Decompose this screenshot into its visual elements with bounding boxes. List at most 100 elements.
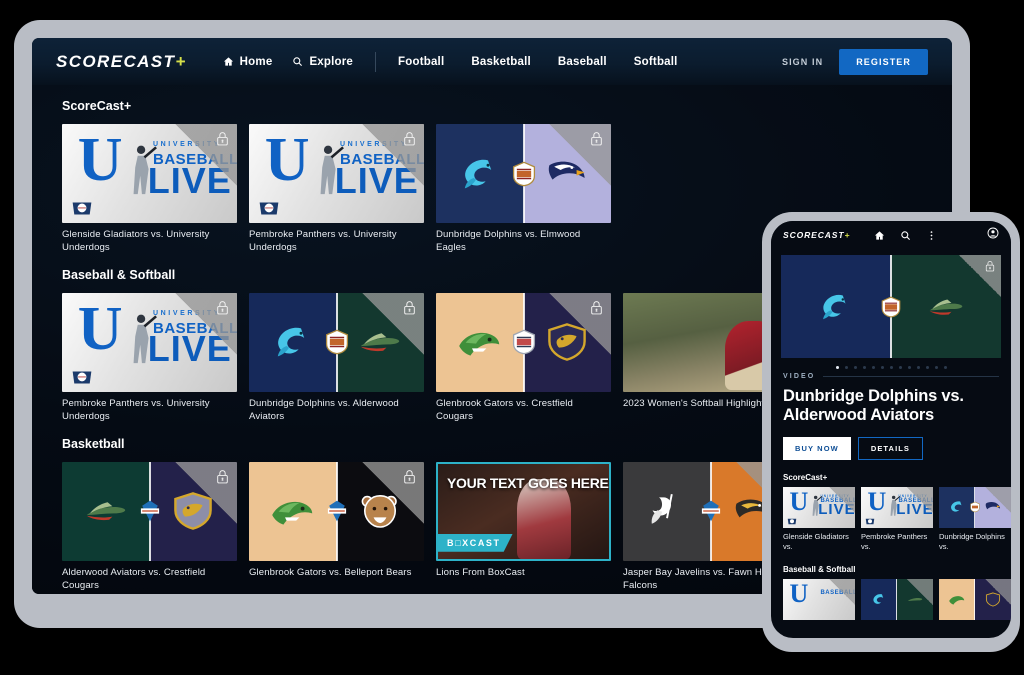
phone-brand-logo[interactable]: SCORECAST+ xyxy=(783,230,850,240)
team-emblem-icon xyxy=(72,371,92,384)
boxcast-overlay-text: YOUR TEXT GOES HERE xyxy=(447,474,609,491)
brand-logo[interactable]: SCORECAST+ xyxy=(56,52,187,72)
account-icon[interactable] xyxy=(987,227,999,239)
content-type-kicker: VIDEO xyxy=(783,373,999,380)
gator-logo-icon xyxy=(458,333,499,356)
card-caption: Pembroke Panthers vs. University Underdo… xyxy=(62,397,210,422)
card-thumbnail[interactable] xyxy=(939,486,1011,528)
nav-item-home[interactable]: Home xyxy=(223,56,273,68)
nav-item-explore[interactable]: Explore xyxy=(292,56,353,68)
carousel-dot[interactable] xyxy=(925,366,929,369)
carousel-dot[interactable] xyxy=(934,366,938,369)
carousel-dot[interactable] xyxy=(853,366,857,369)
dolphin-logo-icon xyxy=(823,294,846,319)
locked-corner-ribbon xyxy=(907,486,933,513)
card-caption: Glenbrook Gators vs. Crestfield Cougars xyxy=(436,397,573,422)
carousel-dots[interactable] xyxy=(771,358,1011,371)
carousel-dot[interactable] xyxy=(889,366,893,369)
carousel-dot[interactable] xyxy=(907,366,911,369)
paid-lock-icon xyxy=(985,261,995,272)
locked-corner-ribbon xyxy=(829,578,855,605)
nav-item-explore-label: Explore xyxy=(309,55,354,68)
league-badge-icon xyxy=(325,329,348,355)
kebab-menu-icon[interactable] xyxy=(926,230,937,241)
paid-lock-icon xyxy=(217,301,228,315)
video-card[interactable]: U UNIVERSITY BASEBALL LIVE Pembroke Pant… xyxy=(62,292,237,424)
hero-title: Dunbridge Dolphins vs. Alderwood Aviator… xyxy=(783,387,964,425)
carousel-dot[interactable] xyxy=(916,366,920,369)
team-emblem-icon xyxy=(865,518,874,525)
nav-account-actions: SIGN IN REGISTER xyxy=(782,48,928,75)
card-thumbnail[interactable]: U UNIVERSITY BASEBALL LIVE xyxy=(62,292,237,392)
card-thumbnail[interactable]: U UNIVERSITY BASEBALL LIVE xyxy=(783,486,855,528)
kicker-rule xyxy=(823,376,999,377)
search-icon[interactable] xyxy=(900,230,911,241)
phone-nav-icons xyxy=(874,230,937,241)
details-button[interactable]: DETAILS xyxy=(857,436,924,460)
carousel-dot[interactable] xyxy=(862,366,866,369)
baseball-batter-icon xyxy=(890,495,900,516)
video-card[interactable]: Dunbridge Dolphins vs. Alderwood Aviator… xyxy=(249,292,424,424)
nav-category-basketball[interactable]: Basketball xyxy=(471,56,531,68)
register-button[interactable]: REGISTER xyxy=(839,48,928,75)
sign-in-link[interactable]: SIGN IN xyxy=(782,57,823,67)
card-thumbnail[interactable]: U UNIVERSITY BASEBALL LIVE xyxy=(249,124,424,223)
card-thumbnail[interactable] xyxy=(939,578,1011,620)
video-card[interactable]: Alderwood Aviators vs. Crestfield Cougar… xyxy=(62,461,237,593)
video-card[interactable]: YOUR TEXT GOES HERE B□XCAST Lions From B… xyxy=(436,461,611,593)
locked-corner-ribbon xyxy=(829,486,855,513)
nav-category-football[interactable]: Football xyxy=(398,56,444,68)
locked-corner-ribbon xyxy=(985,578,1011,605)
screenshot-stage: SCORECAST+ Home Explore Football Basketb… xyxy=(0,0,1024,675)
video-card[interactable]: Dunbridge Dolphins vs. Elmwood Eagles xyxy=(436,124,611,255)
video-card[interactable]: Glenbrook Gators vs. Crestfield Cougars xyxy=(436,292,611,424)
baseball-batter-icon xyxy=(133,314,157,363)
video-card[interactable] xyxy=(939,578,1011,620)
nav-category-baseball[interactable]: Baseball xyxy=(558,56,607,68)
carousel-dot[interactable] xyxy=(880,366,884,369)
video-card[interactable]: U UNIVERSITY BASEBALL LIVE Pembroke Pant… xyxy=(861,486,933,552)
card-thumbnail[interactable]: YOUR TEXT GOES HERE B□XCAST xyxy=(436,461,611,561)
video-card[interactable]: Dunbridge Dolphins vs. xyxy=(939,486,1011,552)
video-card[interactable]: Glenbrook Gators vs. Belleport Bears xyxy=(249,461,424,593)
nav-item-home-label: Home xyxy=(239,55,273,68)
paid-lock-icon xyxy=(591,132,602,146)
phone-hero-thumbnail[interactable] xyxy=(781,255,1001,358)
card-caption: Glenside Gladiators vs. xyxy=(783,531,849,551)
boxcast-tag: B□XCAST xyxy=(438,533,513,552)
aviator-plane-logo-icon xyxy=(86,502,125,521)
phone-brand-logo-plus: + xyxy=(844,230,851,240)
phone-brand-logo-text: SCORECAST xyxy=(783,230,845,240)
card-thumbnail[interactable] xyxy=(249,292,424,392)
baseball-batter-icon xyxy=(133,145,157,194)
buy-now-button[interactable]: BUY NOW xyxy=(783,436,851,460)
nav-category-softball[interactable]: Softball xyxy=(634,56,678,68)
card-thumbnail[interactable] xyxy=(436,292,611,392)
card-thumbnail[interactable] xyxy=(249,461,424,561)
video-card[interactable] xyxy=(861,578,933,620)
dolphin-logo-icon xyxy=(951,501,962,513)
carousel-dot[interactable] xyxy=(844,366,848,369)
paid-lock-icon xyxy=(404,469,415,484)
carousel-dot[interactable] xyxy=(871,366,875,369)
card-thumbnail[interactable] xyxy=(861,578,933,620)
hero-actions: BUY NOW DETAILS xyxy=(783,436,999,460)
carousel-dot[interactable] xyxy=(943,366,947,369)
video-card[interactable]: U UNIVERSITY BASEBALL LIVE Glenside Glad… xyxy=(62,124,237,255)
video-card[interactable]: U UNIVERSITY BASEBALL LIVE Glenside Glad… xyxy=(783,486,855,552)
video-card[interactable]: U BASEBALL xyxy=(783,578,855,620)
carousel-dot[interactable] xyxy=(835,366,839,369)
card-caption: Dunbridge Dolphins vs. Alderwood Aviator… xyxy=(249,397,399,422)
card-thumbnail[interactable] xyxy=(436,124,611,223)
carousel-dot[interactable] xyxy=(898,366,902,369)
league-badge-icon xyxy=(970,502,980,513)
nav-divider xyxy=(375,51,377,72)
league-badge-icon xyxy=(327,500,346,522)
card-thumbnail[interactable]: U UNIVERSITY BASEBALL LIVE xyxy=(861,486,933,528)
card-caption: Dunbridge Dolphins vs. xyxy=(939,531,1005,551)
card-thumbnail[interactable]: U BASEBALL xyxy=(783,578,855,620)
card-thumbnail[interactable]: U UNIVERSITY BASEBALL LIVE xyxy=(62,124,237,223)
home-icon[interactable] xyxy=(874,230,885,241)
card-thumbnail[interactable] xyxy=(62,461,237,561)
video-card[interactable]: U UNIVERSITY BASEBALL LIVE Pembroke Pant… xyxy=(249,124,424,255)
